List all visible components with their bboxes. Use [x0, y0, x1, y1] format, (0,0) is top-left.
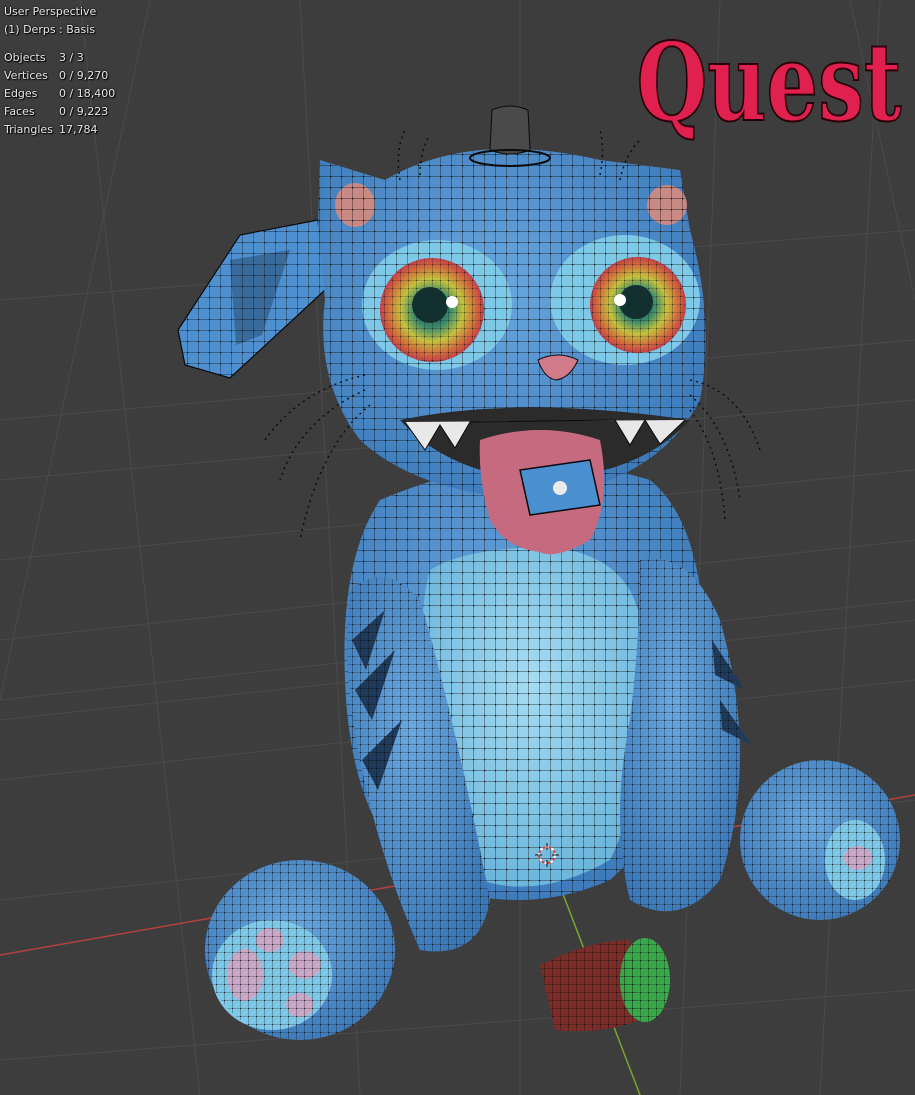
- quest-watermark-text: Quest: [637, 20, 902, 146]
- stat-faces: Faces 0 / 9,223: [4, 105, 109, 118]
- stat-objects: Objects 3 / 3: [4, 51, 84, 64]
- stat-vertices: Vertices 0 / 9,270: [4, 69, 109, 82]
- viewport-stats-overlay: User Perspective (1) Derps : Basis Objec…: [4, 3, 115, 139]
- detached-arm-mesh[interactable]: [177, 219, 326, 379]
- right-arm-mesh[interactable]: [620, 558, 752, 912]
- view-name: User Perspective: [4, 5, 97, 18]
- stat-edges: Edges 0 / 18,400: [4, 87, 116, 100]
- left-foot-mesh[interactable]: [205, 860, 395, 1040]
- hat: [489, 105, 531, 155]
- 3d-viewport[interactable]: [0, 0, 915, 1095]
- stat-triangles: Triangles 17,784: [4, 123, 98, 136]
- quest-watermark-logo: Quest: [636, 19, 903, 147]
- right-foot-mesh[interactable]: [740, 760, 900, 920]
- cupcake-mesh[interactable]: [540, 938, 670, 1032]
- object-context: (1) Derps : Basis: [4, 23, 96, 36]
